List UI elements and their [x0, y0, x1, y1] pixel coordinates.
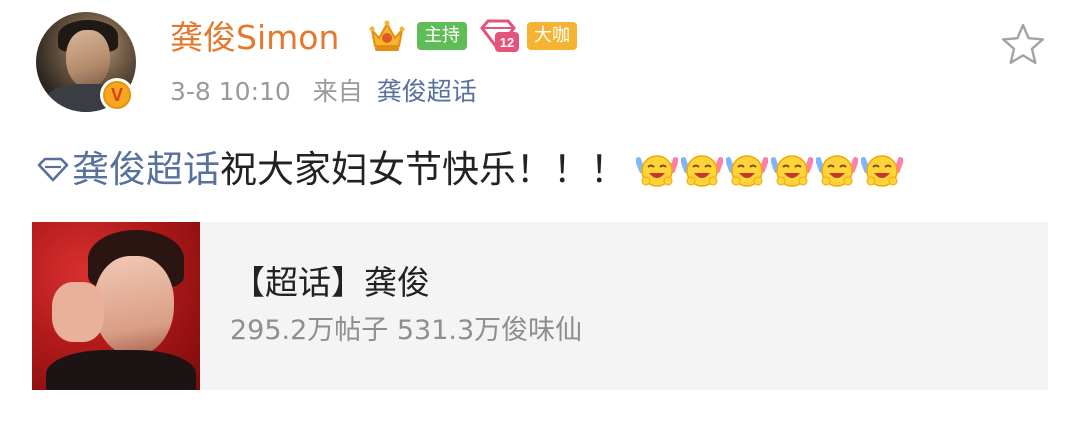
vip-badge: 大咖 — [527, 22, 577, 50]
host-badge: 主持 — [417, 22, 467, 50]
emoji-row — [633, 149, 903, 191]
author-name[interactable]: 龚俊Simon — [170, 18, 339, 58]
supertopic-card-image — [32, 222, 200, 390]
post-meta: 3-8 10:10 来自 龚俊超话 — [170, 74, 477, 110]
portrait-hand — [52, 282, 104, 342]
level-number: 12 — [500, 35, 514, 50]
laughing-cheer-emoji — [771, 155, 813, 187]
laughing-cheer-emoji — [726, 155, 768, 187]
from-label: 来自 — [312, 77, 363, 106]
post-time: 3-8 10:10 — [170, 77, 291, 106]
avatar-face — [66, 30, 110, 88]
card-title: 【超话】龚俊 — [232, 263, 430, 302]
laughing-cheer-emoji — [681, 155, 723, 187]
laughing-cheer-emoji — [861, 155, 903, 187]
verified-badge-icon: V — [100, 78, 134, 112]
level-gem-icon: 12 — [480, 19, 519, 52]
crown-icon — [369, 20, 405, 51]
card-subtitle: 295.2万帖子 531.3万俊味仙 — [230, 315, 583, 346]
post-source-link[interactable]: 龚俊超话 — [377, 77, 477, 106]
supertopic-diamond-icon — [37, 157, 69, 182]
laughing-cheer-emoji — [636, 155, 678, 187]
post-text: 祝大家妇女节快乐！！！ — [220, 148, 627, 191]
laughing-cheer-emoji — [816, 155, 858, 187]
post-content: 龚俊超话 祝大家妇女节快乐！！！ — [36, 140, 903, 200]
portrait-face — [94, 256, 174, 356]
supertopic-link[interactable]: 龚俊超话 — [72, 140, 220, 200]
portrait-body — [46, 350, 196, 390]
star-outline-icon[interactable] — [1000, 22, 1046, 66]
